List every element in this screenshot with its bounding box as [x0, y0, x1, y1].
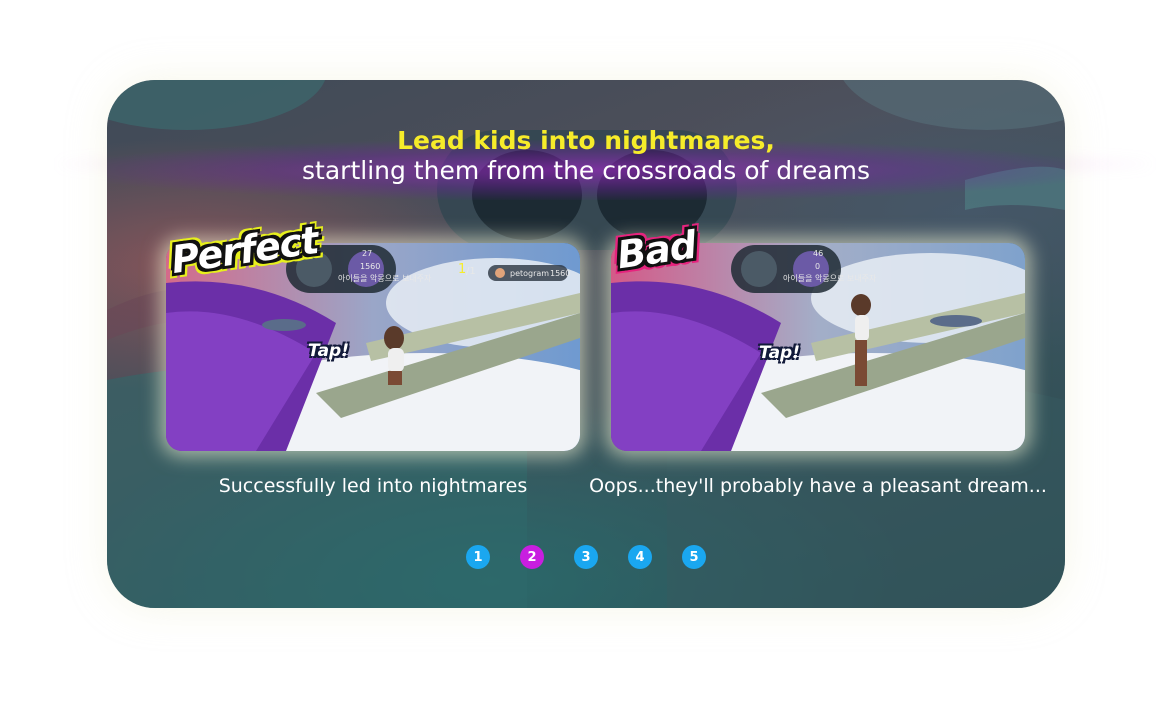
hud-player-name: petogram	[510, 269, 550, 278]
hud-score-top: 46	[813, 249, 824, 258]
caption-bad: Oops...they'll probably have a pleasant …	[589, 475, 1047, 497]
page-dot-5[interactable]: 5	[682, 545, 706, 569]
hud-score-top: 27	[362, 249, 373, 258]
page-dot-1[interactable]: 1	[466, 545, 490, 569]
hud-status: 아이들을 악몽으로 보내주자	[783, 274, 877, 283]
hud-player-score: 1560	[550, 269, 571, 278]
hud-status: 아이들을 악몽으로 보내주자	[338, 274, 432, 283]
pagination: 1 2 3 4 5	[107, 545, 1065, 571]
tutorial-card: Lead kids into nightmares, startling the…	[107, 80, 1065, 608]
headline: Lead kids into nightmares, startling the…	[107, 126, 1065, 186]
tap-prompt: Tap!	[308, 341, 349, 361]
page-dot-2[interactable]: 2	[520, 545, 544, 569]
headline-line-1: Lead kids into nightmares,	[397, 126, 775, 155]
hud-score: 1560	[360, 262, 381, 271]
page: Lead kids into nightmares, startling the…	[0, 0, 1169, 705]
headline-line-2: startling them from the crossroads of dr…	[302, 156, 870, 185]
gameplay-screenshot-bad: Tap! 46 0 아이들을 악몽으로 보내주자	[611, 243, 1025, 451]
caption-perfect: Successfully led into nightmares	[218, 475, 528, 497]
page-dot-3[interactable]: 3	[574, 545, 598, 569]
page-dot-4[interactable]: 4	[628, 545, 652, 569]
hud-progress-total: /1	[466, 266, 476, 277]
hud-score: 0	[815, 262, 821, 271]
tap-prompt: Tap!	[759, 343, 800, 363]
